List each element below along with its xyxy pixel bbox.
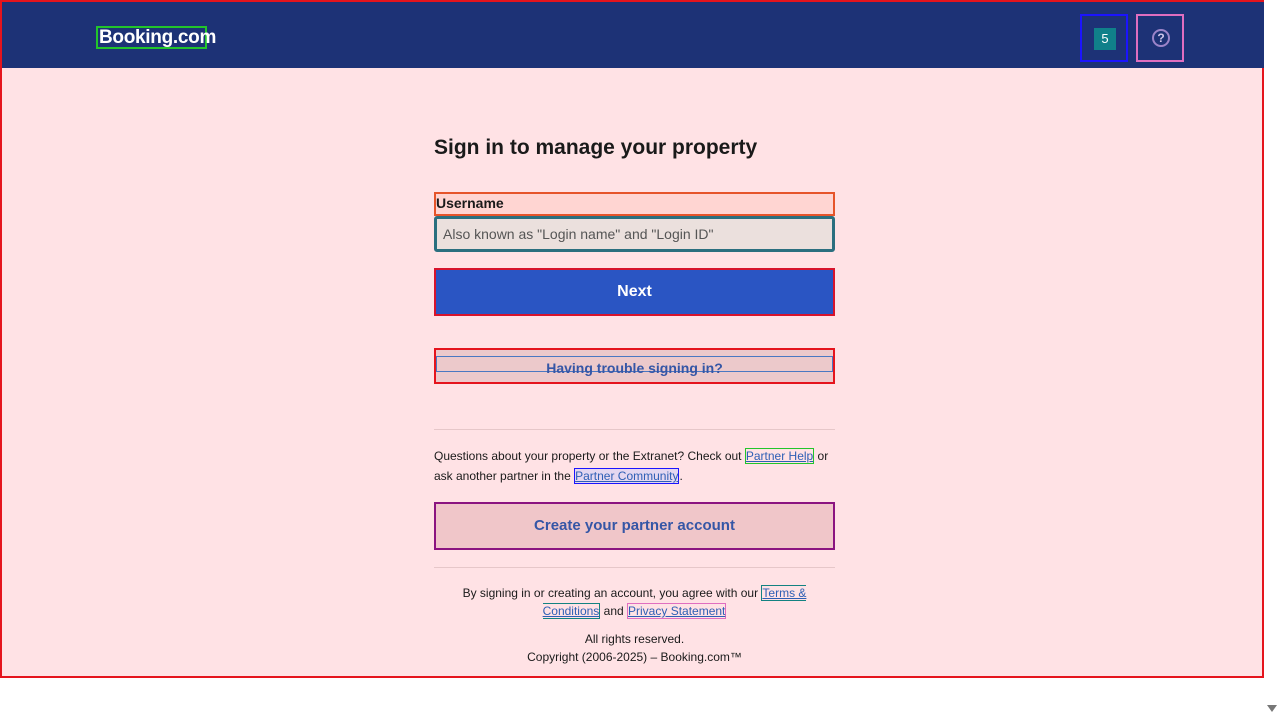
partner-community-link[interactable]: Partner Community <box>574 468 680 484</box>
trouble-signing-in-label: Having trouble signing in? <box>546 360 723 376</box>
question-mark-icon: ? <box>1152 29 1170 47</box>
username-input[interactable] <box>434 216 835 252</box>
rights-reserved-text: All rights reserved. <box>584 632 685 646</box>
header-bar: Booking.com 5 ? <box>2 2 1264 68</box>
copyright-block: All rights reserved. Copyright (2006-202… <box>434 630 835 666</box>
questions-text: Questions about your property or the Ext… <box>434 448 829 484</box>
partner-help-link[interactable]: Partner Help <box>744 448 815 464</box>
username-label: Username <box>434 192 835 216</box>
flag-icon: 5 <box>1094 28 1116 50</box>
trouble-signing-in-button[interactable]: Having trouble signing in? <box>434 348 835 384</box>
divider <box>434 429 835 430</box>
privacy-statement-link[interactable]: Privacy Statement <box>627 603 727 619</box>
page-container: Booking.com 5 ? Sign in to manage your p… <box>0 0 1264 678</box>
page-title: Sign in to manage your property <box>434 136 758 159</box>
copyright-text: Copyright (2006-2025) – Booking.com™ <box>527 650 742 664</box>
help-button[interactable]: ? <box>1136 14 1184 62</box>
divider <box>434 567 835 568</box>
booking-logo[interactable]: Booking.com <box>96 26 216 49</box>
language-selector-button[interactable]: 5 <box>1080 14 1128 62</box>
terms-text: By signing in or creating an account, yo… <box>462 585 807 619</box>
scroll-down-arrow-icon[interactable] <box>1267 705 1277 712</box>
create-partner-account-button[interactable]: Create your partner account <box>434 502 835 550</box>
next-button[interactable]: Next <box>434 268 835 316</box>
